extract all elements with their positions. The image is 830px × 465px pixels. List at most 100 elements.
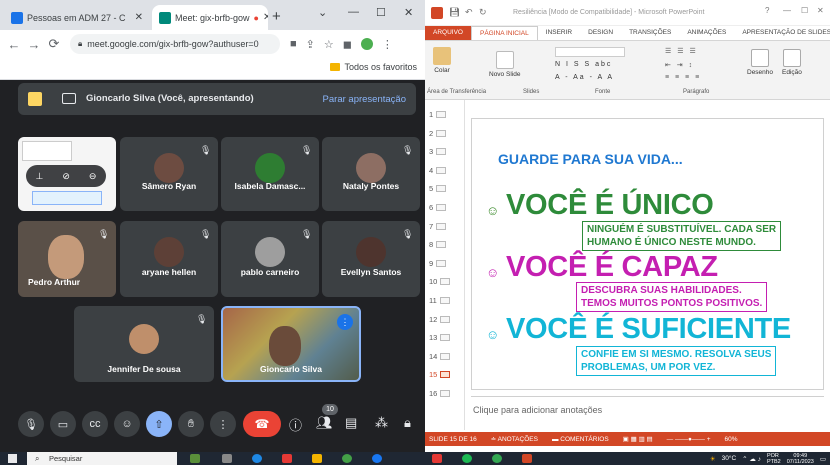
- slide-thumbnail[interactable]: 9: [429, 259, 447, 268]
- task-view-icon[interactable]: [222, 454, 232, 463]
- mic-button[interactable]: 🎙︎: [18, 411, 44, 437]
- clock[interactable]: 09:49 07/11/2023: [787, 453, 814, 465]
- indent-buttons[interactable]: ⇤ ⇥ ↕: [665, 61, 694, 69]
- font-name-select[interactable]: [555, 47, 625, 57]
- comments-toggle[interactable]: ▬ COMENTÁRIOS: [552, 436, 609, 443]
- drawing-button[interactable]: Desenho: [747, 49, 773, 76]
- participant-tile[interactable]: 🎙︎ Nataly Pontes: [322, 137, 420, 211]
- more-options-button[interactable]: ⋮: [210, 411, 236, 437]
- slide-thumbnail[interactable]: 4: [429, 166, 447, 175]
- edge-icon[interactable]: [252, 454, 262, 463]
- tab-insert[interactable]: INSERIR: [538, 26, 580, 40]
- participant-tile[interactable]: 🎙︎ aryane hellen: [120, 221, 218, 297]
- language-indicator[interactable]: POR PTB2: [767, 453, 781, 465]
- info-icon[interactable]: ⓘ: [289, 415, 302, 434]
- slide-thumbnail[interactable]: 2: [429, 129, 447, 138]
- notes-toggle[interactable]: ≐ ANOTAÇÕES: [491, 435, 538, 443]
- slide-thumbnail[interactable]: 8: [429, 240, 447, 249]
- participant-tile[interactable]: 🎙︎ Jennifer De sousa: [74, 306, 214, 382]
- tab-file[interactable]: ARQUIVO: [425, 26, 471, 40]
- reload-button[interactable]: ⟳: [44, 36, 64, 52]
- slide-thumbnail[interactable]: 15: [429, 370, 451, 379]
- font-size-buttons[interactable]: A - Aa - A A: [555, 74, 614, 81]
- paste-button[interactable]: Colar: [433, 47, 451, 74]
- tray-icons[interactable]: ⌃ ☁ ♪: [742, 455, 761, 463]
- tab-transitions[interactable]: TRANSIÇÕES: [621, 26, 679, 40]
- chrome-icon[interactable]: [492, 454, 502, 463]
- windows-start-icon[interactable]: [8, 454, 17, 463]
- list-buttons[interactable]: ☰ ☰ ☰: [665, 47, 698, 55]
- tab-classroom[interactable]: Pessoas em ADM 27 - C ✕: [4, 5, 150, 30]
- new-tab-button[interactable]: +: [272, 8, 281, 25]
- undo-icon[interactable]: ↶: [465, 7, 473, 18]
- profile-avatar[interactable]: [360, 37, 373, 50]
- app-icon[interactable]: [282, 454, 292, 463]
- back-button[interactable]: ←: [4, 37, 24, 52]
- slide-thumbnail[interactable]: 16: [429, 389, 451, 398]
- powerpoint-taskbar-icon[interactable]: [522, 454, 532, 463]
- slide-canvas[interactable]: GUARDE PARA SUA VIDA... ☺ VOCÊ É ÚNICO N…: [471, 118, 824, 390]
- camera-icon[interactable]: ■: [290, 38, 297, 51]
- facebook-icon[interactable]: [372, 454, 382, 463]
- slide-thumbnail[interactable]: 3: [429, 147, 447, 156]
- menu-icon[interactable]: ⋮: [382, 38, 393, 51]
- youtube-icon[interactable]: [432, 454, 442, 463]
- maximize-button[interactable]: ☐: [376, 6, 386, 19]
- minimize-button[interactable]: —: [348, 6, 359, 18]
- redo-icon[interactable]: ↻: [479, 7, 487, 18]
- share-icon[interactable]: ⇪: [306, 38, 315, 51]
- slide-thumbnail[interactable]: 11: [429, 296, 450, 305]
- slide-thumbnail[interactable]: 1: [429, 110, 447, 119]
- url-bar[interactable]: 🔒︎ meet.google.com/gix-brfb-gow?authuser…: [70, 34, 280, 54]
- notifications-icon[interactable]: ▭: [820, 455, 826, 463]
- close-window-button[interactable]: ✕: [817, 6, 824, 15]
- save-icon[interactable]: 💾︎: [449, 7, 460, 18]
- help-icon[interactable]: ?: [765, 6, 769, 15]
- present-button[interactable]: ⇧: [146, 411, 172, 437]
- slide-thumbnail[interactable]: 12: [429, 315, 451, 324]
- activities-icon[interactable]: ⁂: [375, 415, 388, 431]
- slide-thumbnail[interactable]: 6: [429, 203, 447, 212]
- slide-thumbnail[interactable]: 10: [429, 277, 451, 286]
- pin-icon[interactable]: ⊥: [36, 171, 44, 182]
- close-tab-icon[interactable]: ✕: [259, 12, 268, 23]
- close-window-button[interactable]: ✕: [404, 6, 413, 19]
- weather-temp[interactable]: 30°C: [722, 455, 737, 462]
- slide-thumbnail[interactable]: 7: [429, 222, 447, 231]
- whatsapp-icon[interactable]: [342, 454, 352, 463]
- editing-button[interactable]: Edição: [782, 49, 802, 76]
- tab-home[interactable]: PÁGINA INICIAL: [470, 26, 538, 40]
- file-explorer-icon[interactable]: [312, 454, 322, 463]
- tab-list-chevron-icon[interactable]: ⌄: [318, 6, 327, 19]
- extension-icon[interactable]: ◼: [343, 38, 352, 51]
- tab-meet[interactable]: Meet: gix-brfb-gow ● ✕: [152, 5, 268, 30]
- chat-icon[interactable]: ▤: [345, 415, 357, 431]
- taskbar-search[interactable]: ⌕ Pesquisar: [27, 452, 177, 465]
- slide-thumbnail[interactable]: 5: [429, 184, 447, 193]
- notes-pane[interactable]: Clique para adicionar anotações: [471, 396, 824, 426]
- star-icon[interactable]: ☆: [324, 38, 334, 51]
- presentation-preview-tile[interactable]: ⊥ ⊘ ⊖: [18, 137, 116, 211]
- new-slide-button[interactable]: Novo Slide: [489, 51, 520, 78]
- raise-hand-button[interactable]: ✋︎: [178, 411, 204, 437]
- forward-button[interactable]: →: [24, 37, 44, 52]
- remove-icon[interactable]: ⊖: [89, 171, 97, 182]
- stop-presenting-button[interactable]: Parar apresentação: [323, 94, 406, 105]
- tab-slideshow[interactable]: APRESENTAÇÃO DE SLIDES: [734, 26, 830, 40]
- font-style-buttons[interactable]: N I S S abc: [555, 61, 612, 68]
- app-icon[interactable]: [190, 454, 200, 463]
- people-icon[interactable]: 👥︎: [316, 415, 333, 431]
- participant-tile[interactable]: 🎙︎ pablo carneiro: [221, 221, 319, 297]
- spotify-icon[interactable]: [462, 454, 472, 463]
- slide-thumbnail[interactable]: 13: [429, 333, 451, 342]
- host-controls-icon[interactable]: 🔒︎: [404, 415, 411, 431]
- participant-tile[interactable]: 🎙︎ Isabela Damasc...: [221, 137, 319, 211]
- zoom-slider[interactable]: — ——●—— +: [667, 436, 711, 443]
- mute-icon[interactable]: ⊘: [62, 171, 70, 182]
- tab-animations[interactable]: ANIMAÇÕES: [679, 26, 734, 40]
- captions-button[interactable]: cc: [82, 411, 108, 437]
- emoji-button[interactable]: ☺: [114, 411, 140, 437]
- all-bookmarks[interactable]: Todos os favoritos: [330, 62, 417, 72]
- tab-design[interactable]: DESIGN: [580, 26, 621, 40]
- participant-tile[interactable]: 🎙︎ Pedro Arthur: [18, 221, 116, 297]
